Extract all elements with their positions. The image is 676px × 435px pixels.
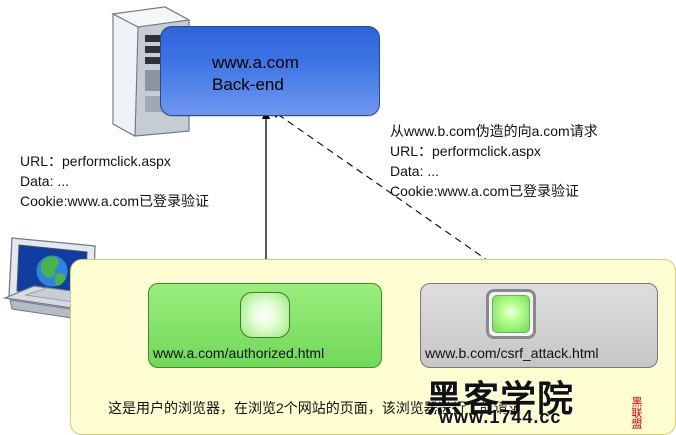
request-right-cookie: Cookie:www.a.com已登录验证 (390, 183, 580, 199)
request-right-block: 从www.b.com伪造的向a.com请求 URL：performclick.a… (390, 121, 598, 201)
page-a-node (240, 292, 290, 338)
page-b-node-core (492, 295, 530, 333)
backend-label: www.a.com Back-end (212, 52, 299, 96)
request-left-url: URL：performclick.aspx (20, 153, 171, 169)
page-a-label: www.a.com/authorized.html (153, 345, 325, 361)
request-right-title: 从www.b.com伪造的向a.com请求 (390, 123, 598, 139)
request-right-url: URL：performclick.aspx (390, 143, 541, 159)
request-left-block: URL：performclick.aspx Data: ... Cookie:w… (20, 151, 209, 211)
request-right-data: Data: ... (390, 163, 440, 179)
watermark-brand: 黑联盟 (630, 396, 642, 429)
page-b-label: www.b.com/csrf_attack.html (425, 345, 599, 361)
backend-line1: www.a.com (212, 53, 299, 72)
request-left-data: Data: ... (20, 173, 70, 189)
request-left-cookie: Cookie:www.a.com已登录验证 (20, 193, 210, 209)
page-b-node (486, 289, 536, 339)
page-b-card: www.b.com/csrf_attack.html (420, 283, 658, 368)
backend-line2: Back-end (212, 75, 284, 94)
watermark-subtitle: www.1744.cc (439, 407, 562, 427)
